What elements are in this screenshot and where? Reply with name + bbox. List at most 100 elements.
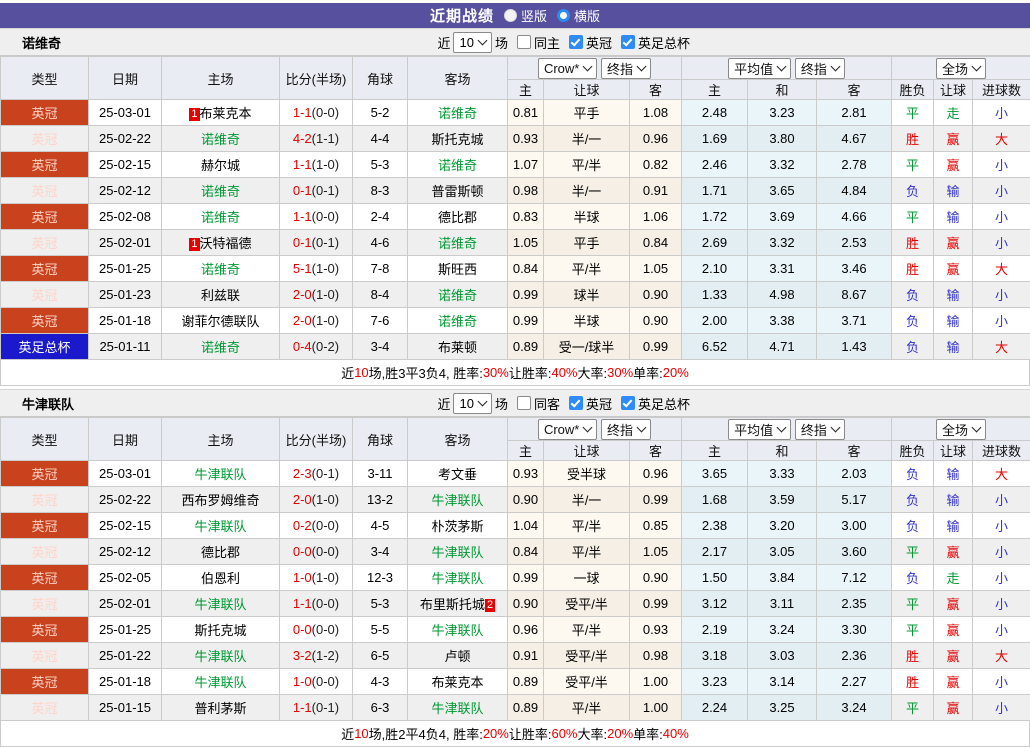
avg-away-cell: 2.35 bbox=[817, 591, 892, 617]
match-row: 英冠25-02-05伯恩利1-0(1-0)12-3牛津联队0.99一球0.901… bbox=[1, 565, 1030, 591]
team-name: 诺维奇 bbox=[201, 210, 240, 225]
scope-select[interactable]: 全场 bbox=[936, 419, 986, 440]
avg-final-select[interactable]: 终指 bbox=[795, 419, 845, 440]
team-name: 谢菲尔德联队 bbox=[181, 314, 259, 329]
cup-filter-checkbox[interactable] bbox=[621, 35, 635, 49]
chevron-down-icon bbox=[777, 423, 787, 433]
match-type-cell: 英冠 bbox=[1, 100, 89, 126]
team-bar: 诺维奇 近 10 场 同主 英冠 英足总杯 bbox=[0, 28, 1030, 56]
recent-count-value: 10 bbox=[459, 396, 473, 411]
odds-away-cell: 0.90 bbox=[630, 308, 682, 334]
avg-final-value: 终指 bbox=[801, 59, 827, 78]
score-cell: 1-1(0-0) bbox=[280, 591, 353, 617]
avg-draw-cell: 3.69 bbox=[748, 204, 817, 230]
handicap-result-cell: 输 bbox=[934, 282, 973, 308]
fulltime-score: 0-1 bbox=[293, 235, 312, 250]
col-handicap-result: 让球 bbox=[934, 441, 973, 461]
away-team-cell: 朴茨茅斯 bbox=[408, 513, 508, 539]
col-away: 客场 bbox=[408, 418, 508, 461]
avg-away-cell: 4.84 bbox=[817, 178, 892, 204]
date-cell: 25-02-12 bbox=[89, 178, 162, 204]
odds-final-select[interactable]: 终指 bbox=[601, 419, 651, 440]
scope-select[interactable]: 全场 bbox=[936, 58, 986, 79]
score-cell: 1-1(1-0) bbox=[280, 152, 353, 178]
same-venue-checkbox[interactable] bbox=[517, 35, 531, 49]
fulltime-score: 1-1 bbox=[293, 157, 312, 172]
avg-home-cell: 2.24 bbox=[682, 695, 748, 721]
fulltime-score: 1-0 bbox=[293, 570, 312, 585]
col-avg-draw: 和 bbox=[748, 80, 817, 100]
match-row: 英冠25-01-18谢菲尔德联队2-0(1-0)7-6诺维奇0.99半球0.90… bbox=[1, 308, 1030, 334]
recent-count-select[interactable]: 10 bbox=[453, 32, 491, 53]
odds-away-cell: 0.98 bbox=[630, 643, 682, 669]
match-row: 英冠25-01-25诺维奇5-1(1-0)7-8斯旺西0.84平/半1.052.… bbox=[1, 256, 1030, 282]
chevron-down-icon bbox=[477, 36, 487, 46]
col-odds-away: 客 bbox=[630, 441, 682, 461]
date-cell: 25-01-11 bbox=[89, 334, 162, 360]
team-name: 德比郡 bbox=[438, 210, 477, 225]
league-filter-checkbox[interactable] bbox=[569, 35, 583, 49]
result-cell: 负 bbox=[892, 513, 934, 539]
away-team-cell: 德比郡 bbox=[408, 204, 508, 230]
avg-away-cell: 3.24 bbox=[817, 695, 892, 721]
match-type-cell: 英冠 bbox=[1, 487, 89, 513]
away-team-cell: 牛津联队 bbox=[408, 617, 508, 643]
layout-vertical-radio[interactable]: 竖版 bbox=[504, 6, 547, 25]
games-label: 场 bbox=[495, 394, 508, 413]
match-type-cell: 英冠 bbox=[1, 178, 89, 204]
team-section-home: 诺维奇 近 10 场 同主 英冠 英足总杯 类型 bbox=[0, 28, 1030, 386]
corner-cell: 12-3 bbox=[353, 565, 408, 591]
odds-home-cell: 0.84 bbox=[508, 256, 544, 282]
recent-count-select[interactable]: 10 bbox=[453, 393, 491, 414]
col-avg-draw: 和 bbox=[748, 441, 817, 461]
odds-company-value: Crow* bbox=[544, 61, 579, 76]
avg-home-cell: 1.33 bbox=[682, 282, 748, 308]
score-cell: 3-2(1-2) bbox=[280, 643, 353, 669]
home-team-cell: 诺维奇 bbox=[162, 126, 280, 152]
avg-select[interactable]: 平均值 bbox=[728, 58, 791, 79]
same-venue-label: 同主 bbox=[534, 33, 560, 52]
handicap-result-cell: 输 bbox=[934, 513, 973, 539]
match-type-cell: 英冠 bbox=[1, 539, 89, 565]
odds-handicap-cell: 半球 bbox=[544, 204, 630, 230]
odds-company-select[interactable]: Crow* bbox=[538, 58, 597, 79]
result-cell: 负 bbox=[892, 487, 934, 513]
odds-company-select[interactable]: Crow* bbox=[538, 419, 597, 440]
cup-filter-checkbox[interactable] bbox=[621, 396, 635, 410]
result-cell: 平 bbox=[892, 100, 934, 126]
layout-horizontal-radio[interactable]: 横版 bbox=[557, 6, 600, 25]
red-card-badge: 1 bbox=[189, 108, 199, 121]
odds-company-value: Crow* bbox=[544, 422, 579, 437]
handicap-result-cell: 输 bbox=[934, 178, 973, 204]
avg-home-cell: 2.48 bbox=[682, 100, 748, 126]
goals-result-cell: 小 bbox=[973, 230, 1030, 256]
radio-horizontal-label: 横版 bbox=[574, 6, 600, 25]
summary-text: 40% bbox=[663, 726, 689, 741]
col-home: 主场 bbox=[162, 418, 280, 461]
odds-home-cell: 0.90 bbox=[508, 487, 544, 513]
match-type-cell: 英冠 bbox=[1, 617, 89, 643]
goals-result-cell: 小 bbox=[973, 617, 1030, 643]
score-cell: 1-1(0-0) bbox=[280, 100, 353, 126]
avg-final-select[interactable]: 终指 bbox=[795, 58, 845, 79]
odds-away-cell: 1.08 bbox=[630, 100, 682, 126]
score-cell: 4-2(1-1) bbox=[280, 126, 353, 152]
same-venue-checkbox[interactable] bbox=[517, 396, 531, 410]
summary-text: 40% bbox=[551, 365, 577, 380]
fulltime-score: 0-0 bbox=[293, 622, 312, 637]
home-team-cell: 诺维奇 bbox=[162, 256, 280, 282]
avg-home-cell: 2.17 bbox=[682, 539, 748, 565]
halftime-score: (0-1) bbox=[312, 235, 339, 250]
summary-text: 10 bbox=[354, 365, 368, 380]
odds-final-select[interactable]: 终指 bbox=[601, 58, 651, 79]
match-type-cell: 英冠 bbox=[1, 126, 89, 152]
odds-home-cell: 0.93 bbox=[508, 126, 544, 152]
avg-select[interactable]: 平均值 bbox=[728, 419, 791, 440]
league-filter-checkbox[interactable] bbox=[569, 396, 583, 410]
chevron-down-icon bbox=[637, 62, 647, 72]
match-type-cell: 英冠 bbox=[1, 230, 89, 256]
summary-text: 60% bbox=[551, 726, 577, 741]
fulltime-score: 0-1 bbox=[293, 183, 312, 198]
odds-handicap-cell: 受平/半 bbox=[544, 669, 630, 695]
odds-handicap-cell: 一球 bbox=[544, 565, 630, 591]
